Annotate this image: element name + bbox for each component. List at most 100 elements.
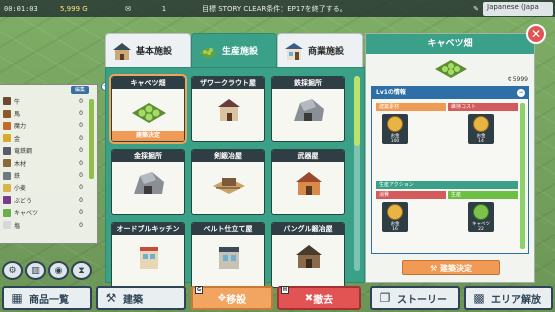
info-scrollbar[interactable] bbox=[520, 103, 525, 249]
resource-edit-button[interactable]: 編集 bbox=[71, 86, 89, 94]
resource-value: 0 bbox=[79, 184, 83, 192]
facility-scroll-thumb[interactable] bbox=[354, 76, 360, 146]
facility-grid-area: キャベツ畑 建築決定 ザワークラウト屋 鉄採掘所金採掘所 剣鍛冶屋 武器屋オードブルキッチ… bbox=[105, 67, 365, 288]
view-eye-icon[interactable]: ◉ bbox=[48, 261, 69, 280]
facility-card-title: ベルト仕立て屋 bbox=[192, 223, 264, 235]
quick-buttons: ⚙ ▥ ◉ ⧗ bbox=[2, 261, 92, 280]
build-crane-icon: ⚒ bbox=[105, 291, 117, 305]
facility-card-title: バングル鍛冶屋 bbox=[272, 223, 344, 235]
mail-icon[interactable]: ✉ bbox=[122, 5, 134, 13]
resource-icon bbox=[3, 171, 11, 180]
tab-label: 基本施設 bbox=[136, 47, 173, 57]
resource-name: 塩 bbox=[14, 222, 21, 230]
move-key-hint: G bbox=[195, 286, 203, 294]
resource-icon bbox=[3, 196, 11, 205]
field-icon bbox=[199, 46, 217, 59]
build-tabs: 基本施設 生産施設 商業施設 bbox=[105, 33, 365, 67]
facility-card[interactable]: 武器屋 bbox=[271, 149, 345, 215]
map-icon: ▩ bbox=[473, 291, 485, 305]
facility-card[interactable]: オードブルキッチン bbox=[111, 222, 185, 288]
settings-gear-icon[interactable]: ⚙ bbox=[2, 261, 23, 280]
hourglass-icon[interactable]: ⧗ bbox=[71, 261, 92, 280]
close-icon[interactable]: ✕ bbox=[526, 24, 546, 44]
cabbage-icon bbox=[473, 204, 489, 220]
detail-title: キャベツ畑 bbox=[366, 34, 534, 54]
resource-name: 小麦 bbox=[14, 185, 27, 193]
facility-building-image bbox=[296, 245, 322, 268]
game-clock: 00:01:03 bbox=[4, 4, 38, 13]
facility-building-image bbox=[219, 247, 239, 269]
produce-cabbage-tile: キャベツ 22 bbox=[468, 202, 494, 232]
resource-row: 小麦 0 bbox=[0, 182, 97, 194]
facility-card-title: オードブルキッチン bbox=[112, 223, 184, 235]
build-panel: 基本施設 生産施設 商業施設 キャベツ畑 建築決定 ザワークラウト屋 鉄採掘所金採掘所… bbox=[105, 33, 365, 288]
facility-card-badge: 建築決定 bbox=[112, 131, 184, 141]
build-button[interactable]: ⚒ 建築 bbox=[96, 286, 186, 310]
move-button[interactable]: G ✥ 移設 bbox=[191, 286, 273, 310]
resource-name: 牛 bbox=[14, 98, 21, 106]
facility-card[interactable]: ベルト仕立て屋 bbox=[191, 222, 265, 288]
resource-name: 鉄 bbox=[14, 173, 21, 181]
resource-panel: 編集 牛 0 馬 0 魔力 0 金 0 竜鉄鋼 0 木材 0 鉄 0 小麦 0 ぶどう 0 キャベツ 0 塩 0 bbox=[0, 84, 98, 244]
consume-label: 消費 bbox=[376, 191, 446, 199]
top-status-bar: 00:01:03 5,999 G ✉ 1 目標 STORY CLEAR条件：EP… bbox=[0, 0, 555, 17]
facility-card[interactable]: バングル鍛冶屋 bbox=[271, 222, 345, 288]
resource-scrollbar[interactable] bbox=[89, 99, 94, 179]
build-materials-label: 建築素材 bbox=[376, 103, 446, 111]
resource-value: 0 bbox=[79, 221, 83, 229]
resource-value: 0 bbox=[79, 122, 83, 130]
facility-card[interactable]: ザワークラウト屋 bbox=[191, 76, 265, 142]
resource-icon bbox=[3, 109, 11, 118]
resource-name: 金 bbox=[14, 135, 21, 143]
area-unlock-button[interactable]: ▩ エリア解放 bbox=[464, 286, 553, 310]
goal-text: 目標 STORY CLEAR条件：EP17を終了する。 bbox=[202, 4, 347, 13]
move-arrows-icon: ✥ bbox=[217, 292, 227, 304]
build-confirm-button[interactable]: ⚒ 建築決定 bbox=[402, 260, 500, 275]
facility-card[interactable]: 金採掘所 bbox=[111, 149, 185, 215]
resource-row: 牛0 bbox=[0, 95, 97, 107]
info-icon[interactable]: − bbox=[517, 89, 525, 97]
resource-icon bbox=[3, 221, 11, 230]
facility-building-image bbox=[296, 172, 322, 195]
cabbage-field-image bbox=[435, 60, 467, 78]
resource-value: 0 bbox=[79, 97, 83, 105]
resource-icon bbox=[3, 134, 11, 143]
resource-row: 魔力 0 bbox=[0, 120, 97, 132]
resource-icon bbox=[3, 146, 11, 155]
resource-icon bbox=[3, 97, 11, 106]
pencil-icon[interactable]: ✎ bbox=[469, 5, 483, 13]
resource-value: 0 bbox=[79, 134, 83, 142]
facility-building-image bbox=[213, 178, 245, 194]
facility-scrollbar[interactable] bbox=[354, 76, 360, 271]
resource-value: 0 bbox=[79, 110, 83, 118]
item-list-button[interactable]: ▦ 商品一覧 bbox=[2, 286, 92, 310]
facility-card[interactable]: 剣鍛冶屋 bbox=[191, 149, 265, 215]
coin-icon bbox=[473, 116, 489, 132]
facility-card[interactable]: キャベツ畑 建築決定 bbox=[109, 74, 187, 144]
facility-detail-panel: キャベツ畑 ￠5999 Lv1の情報 − 建築素材 維持コスト お金 100 お… bbox=[365, 33, 535, 283]
book-icon: ❐ bbox=[379, 291, 391, 305]
facility-card-title: 鉄採掘所 bbox=[272, 77, 344, 89]
hammer-icon: ⚒ bbox=[430, 264, 440, 273]
material-money-tile: お金 100 bbox=[382, 114, 408, 144]
consume-money-tile: お金 16 bbox=[382, 202, 408, 232]
tab-commercial-facilities[interactable]: 商業施設 bbox=[277, 33, 363, 67]
produce-label: 生産 bbox=[448, 191, 518, 199]
facility-card-title: 金採掘所 bbox=[112, 150, 184, 162]
tab-basic-facilities[interactable]: 基本施設 bbox=[105, 33, 191, 67]
resource-value: 0 bbox=[79, 209, 83, 217]
language-select[interactable]: Japanese (Japa bbox=[483, 1, 553, 16]
list-icon: ▦ bbox=[11, 291, 23, 305]
facility-card[interactable]: 鉄採掘所 bbox=[271, 76, 345, 142]
facility-building-image bbox=[218, 99, 240, 121]
resource-panel-header: 編集 bbox=[0, 85, 97, 95]
tab-production-facilities[interactable]: 生産施設 bbox=[191, 33, 277, 67]
detail-hero: ￠5999 bbox=[366, 54, 534, 84]
story-button[interactable]: ❐ ストーリー bbox=[370, 286, 460, 310]
remove-button[interactable]: H ✖ 撤去 bbox=[277, 286, 361, 310]
resource-row: 木材 0 bbox=[0, 157, 97, 169]
level-info-header: Lv1の情報 − bbox=[372, 87, 528, 99]
stats-chart-icon[interactable]: ▥ bbox=[25, 261, 46, 280]
gold-counter: 5,999 G bbox=[60, 4, 88, 13]
facility-card-title: 剣鍛冶屋 bbox=[192, 150, 264, 162]
